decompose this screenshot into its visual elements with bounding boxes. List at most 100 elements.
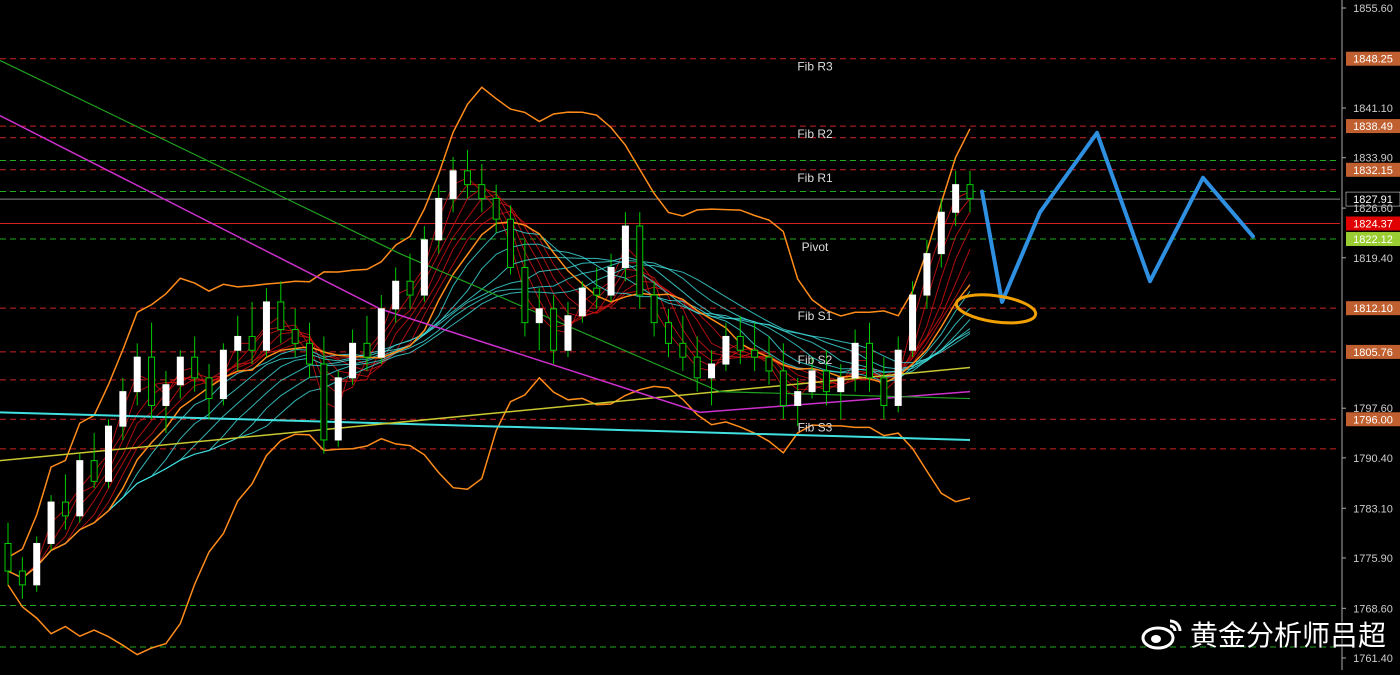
fib-price-label: 1838.49 (1353, 121, 1393, 133)
candle-body (392, 280, 400, 310)
candle-body (621, 225, 629, 268)
fib-label: Fib S2 (798, 353, 833, 367)
candle-body (664, 322, 672, 344)
candle-body (679, 342, 687, 358)
candle-body (191, 356, 199, 379)
weibo-icon (1141, 619, 1182, 650)
candle-body (306, 342, 314, 365)
candle-body (4, 542, 12, 572)
axis-tick-label: 1841.10 (1353, 103, 1393, 115)
candle-body (61, 501, 69, 517)
candle-body (765, 356, 773, 372)
candle-body (377, 308, 385, 358)
candle-body (865, 342, 873, 379)
ribbon-ma-cyan (7, 256, 971, 579)
candle-body (162, 384, 170, 406)
axis-tick-label: 1790.40 (1353, 453, 1393, 465)
candle-body (148, 356, 156, 406)
fib-price-label: 1848.25 (1353, 54, 1393, 66)
candle-body (535, 308, 543, 324)
candle-body (219, 349, 227, 400)
fib-label: Fib S1 (798, 309, 833, 323)
chart-svg[interactable]: Fib R3 Fib R2 Fib R1 Pivot Fib S1 Fib S2 Fib S… (0, 0, 1400, 670)
candle-body (33, 542, 41, 586)
candle-body (320, 363, 328, 441)
candle-body (291, 329, 299, 344)
candle-body (708, 363, 716, 379)
price-axis: 1848.25 1838.49 1832.15 1822.12 1812.10 1805.… (1341, 0, 1400, 670)
axis-tick-label: 1775.90 (1353, 553, 1393, 565)
candle-body (47, 501, 55, 544)
fib-label: Fib R2 (797, 127, 833, 141)
candle-body (607, 266, 615, 296)
bid-price-label: 1824.37 (1353, 218, 1393, 230)
candle-body (105, 425, 113, 482)
candle-body (794, 391, 802, 406)
candle-body (923, 253, 931, 296)
candle-body (18, 570, 26, 586)
axis-tick-label: 1819.40 (1353, 253, 1393, 265)
candle-body (435, 197, 443, 241)
candle-body (966, 184, 974, 199)
candle-body (205, 377, 213, 400)
candle-body (837, 377, 845, 393)
candle-body (90, 460, 98, 482)
candle-body (234, 335, 242, 351)
candle-body (406, 280, 414, 296)
candle-body (650, 294, 658, 324)
candle-body (478, 184, 486, 199)
support-highlight (954, 293, 1038, 325)
candle-body (779, 370, 787, 406)
fib-price-label: 1812.10 (1353, 303, 1393, 315)
candle-body (133, 356, 141, 393)
watermark: 黄金分析师吕超 (1140, 614, 1386, 654)
candle-body (564, 315, 572, 351)
axis-tick-label: 1761.40 (1353, 653, 1393, 665)
candle-body (363, 342, 371, 358)
candle-body (449, 170, 457, 199)
candle-body (334, 377, 342, 441)
candle-body (119, 391, 127, 427)
fib-label: Pivot (802, 240, 829, 254)
candle-body (736, 335, 744, 351)
axis-tick-label: 1855.60 (1353, 3, 1393, 15)
candle-body (952, 184, 960, 213)
candle-body (262, 301, 270, 351)
fib-price-label: 1832.15 (1353, 165, 1393, 177)
forecast-annotations (954, 130, 1255, 325)
candle-body (937, 211, 945, 255)
fib-price-label: 1796.00 (1353, 414, 1393, 426)
candle-body (277, 301, 285, 331)
candle-body (349, 342, 357, 379)
candle-body (851, 342, 859, 379)
candles (4, 150, 974, 599)
candle-body (808, 370, 816, 393)
fib-label: Fib S3 (798, 420, 833, 434)
candle-body (420, 239, 428, 296)
fib-label: Fib R1 (797, 171, 833, 185)
fib-price-label: 1805.76 (1353, 347, 1393, 359)
price-chart[interactable]: Fib R3 Fib R2 Fib R1 Pivot Fib S1 Fib S2 Fib S… (0, 0, 1400, 670)
candle-body (894, 349, 902, 406)
candle-body (176, 356, 184, 386)
fib-label: Fib R3 (797, 60, 833, 74)
axis-tick-label: 1797.60 (1353, 403, 1393, 415)
candle-body (492, 197, 500, 220)
candle-body (722, 335, 730, 365)
candle-body (880, 377, 888, 406)
candle-body (693, 356, 701, 379)
candle-body (593, 287, 601, 296)
candle-body (521, 266, 529, 324)
axis-tick-label: 1833.90 (1353, 153, 1393, 165)
candle-body (751, 349, 759, 358)
fib-price-label: 1822.12 (1353, 234, 1393, 246)
candle-body (463, 170, 471, 186)
grid-lines (0, 58, 1340, 648)
candle-body (507, 218, 515, 268)
candle-body (248, 335, 256, 351)
candle-body (578, 287, 586, 317)
candle-body (636, 225, 644, 296)
candle-body (909, 294, 917, 351)
watermark-text: 黄金分析师吕超 (1189, 619, 1386, 652)
candle-body (550, 308, 558, 351)
